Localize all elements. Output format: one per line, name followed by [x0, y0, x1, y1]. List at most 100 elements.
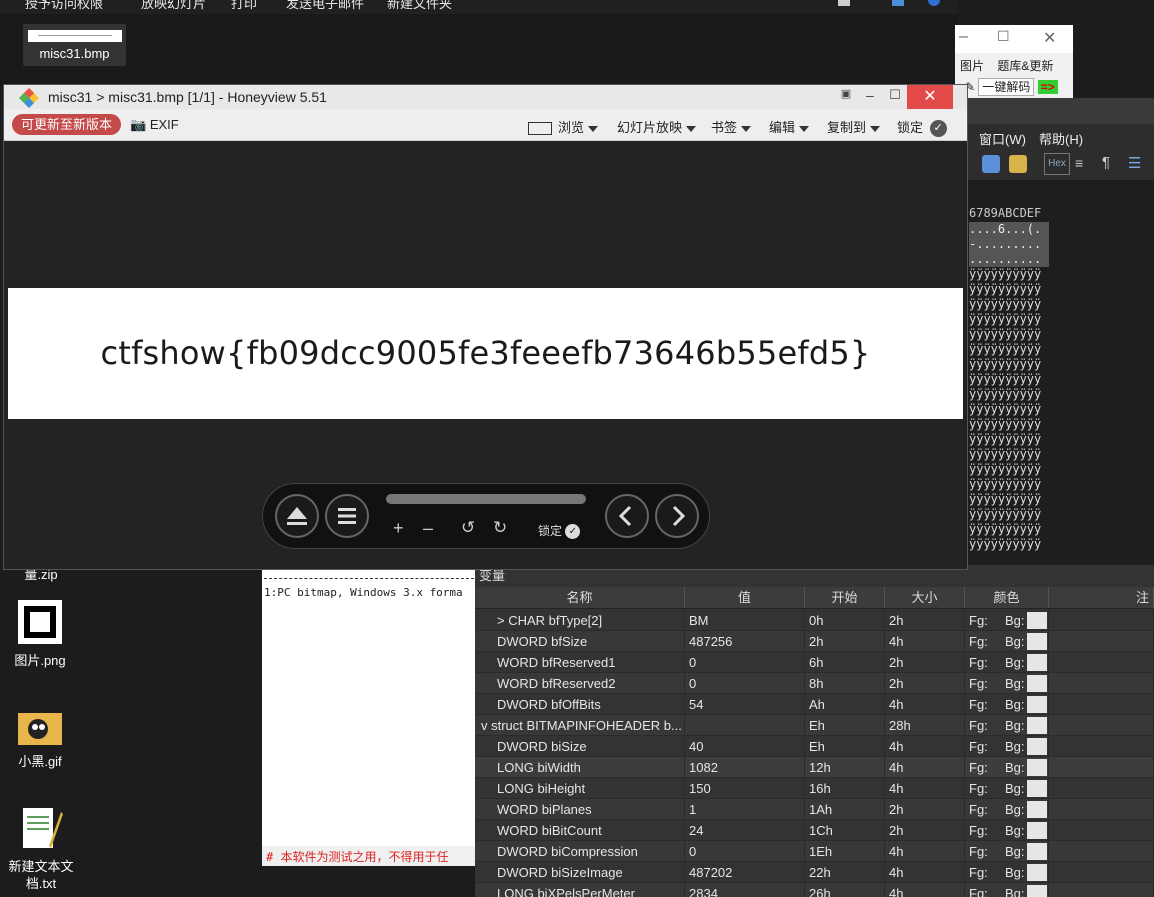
color-swatch[interactable]	[1027, 843, 1047, 860]
close-button[interactable]: ✕	[907, 85, 953, 109]
hex-row[interactable]: ÿÿÿÿÿÿÿÿÿÿ	[969, 447, 1049, 462]
lock-button[interactable]: 锁定 ✓	[897, 117, 947, 138]
template-row[interactable]: LONG biWidth 1082 12h 4h Fg: Bg:	[475, 757, 1154, 778]
previous-button[interactable]	[605, 494, 649, 538]
hex-row[interactable]: ..........	[969, 252, 1049, 267]
hex-row[interactable]: ÿÿÿÿÿÿÿÿÿÿ	[969, 462, 1049, 477]
fullscreen-icon[interactable]: ▣	[834, 87, 858, 100]
zoom-in-icon[interactable]: +	[393, 518, 404, 539]
wrap-icon[interactable]: ≡	[1075, 155, 1083, 171]
hex-row[interactable]: ÿÿÿÿÿÿÿÿÿÿ	[969, 387, 1049, 402]
command-new-folder[interactable]: 新建文件夹	[387, 0, 452, 12]
hex-row[interactable]: ÿÿÿÿÿÿÿÿÿÿ	[969, 492, 1049, 507]
minimize-icon[interactable]: –	[959, 28, 968, 46]
color-swatch[interactable]	[1027, 717, 1047, 734]
template-row[interactable]: > CHAR bfType[2] BM 0h 2h Fg: Bg:	[475, 610, 1154, 631]
command-print[interactable]: 打印	[231, 0, 257, 12]
template-row[interactable]: WORD bfReserved2 0 8h 2h Fg: Bg:	[475, 673, 1154, 694]
template-row[interactable]: LONG biHeight 150 16h 4h Fg: Bg:	[475, 778, 1154, 799]
hex-row[interactable]: ÿÿÿÿÿÿÿÿÿÿ	[969, 477, 1049, 492]
desktop-icon-png[interactable]: 图片.png	[0, 600, 80, 669]
color-swatch[interactable]	[1027, 738, 1047, 755]
menu-help[interactable]: 帮助(H)	[1039, 129, 1083, 148]
hex-row[interactable]: ÿÿÿÿÿÿÿÿÿÿ	[969, 537, 1049, 552]
maximize-icon[interactable]: ☐	[883, 87, 907, 103]
color-swatch[interactable]	[1027, 612, 1047, 629]
hex-row[interactable]: ÿÿÿÿÿÿÿÿÿÿ	[969, 522, 1049, 537]
honeyview-titlebar[interactable]: misc31 > misc31.bmp [1/1] - Honeyview 5.…	[4, 85, 967, 109]
run-icon[interactable]: =>	[1037, 80, 1058, 94]
hex-row[interactable]: ÿÿÿÿÿÿÿÿÿÿ	[969, 297, 1049, 312]
template-row[interactable]: WORD biPlanes 1 1Ah 2h Fg: Bg:	[475, 799, 1154, 820]
rotate-left-icon[interactable]: ↺	[461, 518, 475, 538]
zoom-out-icon[interactable]: –	[423, 518, 433, 539]
hex-row[interactable]: ÿÿÿÿÿÿÿÿÿÿ	[969, 312, 1049, 327]
color-swatch[interactable]	[1027, 633, 1047, 650]
col-name-header[interactable]: 名称	[475, 587, 685, 608]
script-icon[interactable]	[982, 155, 1000, 173]
col-start-header[interactable]: 开始	[805, 587, 885, 608]
help-icon[interactable]	[928, 0, 940, 6]
col-value-header[interactable]: 值	[685, 587, 805, 608]
pilcrow-icon[interactable]: ¶	[1102, 154, 1110, 171]
color-swatch[interactable]	[1027, 654, 1047, 671]
template-row[interactable]: DWORD biSize 40 Eh 4h Fg: Bg:	[475, 736, 1154, 757]
template-row[interactable]: WORD biBitCount 24 1Ch 2h Fg: Bg:	[475, 820, 1154, 841]
bookmark-menu[interactable]: 书签	[711, 117, 752, 136]
template-row[interactable]: DWORD bfOffBits 54 Ah 4h Fg: Bg:	[475, 694, 1154, 715]
hex-row[interactable]: ....6...(.	[969, 222, 1049, 237]
desktop-icon-txt[interactable]: 新建文本文档.txt	[1, 806, 81, 892]
hex-row[interactable]: ÿÿÿÿÿÿÿÿÿÿ	[969, 282, 1049, 297]
template-row[interactable]: WORD bfReserved1 0 6h 2h Fg: Bg:	[475, 652, 1154, 673]
command-slideshow[interactable]: 放映幻灯片	[141, 0, 206, 12]
color-swatch[interactable]	[1027, 759, 1047, 776]
color-swatch[interactable]	[1027, 780, 1047, 797]
pane-icon[interactable]	[892, 0, 904, 6]
progress-slider[interactable]	[386, 494, 586, 504]
hex-row[interactable]: ÿÿÿÿÿÿÿÿÿÿ	[969, 507, 1049, 522]
color-swatch[interactable]	[1027, 885, 1047, 897]
minimize-icon[interactable]: –	[858, 87, 882, 103]
hex-row[interactable]: ÿÿÿÿÿÿÿÿÿÿ	[969, 327, 1049, 342]
columns-icon[interactable]: ☰	[1128, 154, 1141, 172]
template-icon[interactable]	[1009, 155, 1027, 173]
slideshow-menu[interactable]: 幻灯片放映	[617, 117, 697, 136]
hex-ascii-column[interactable]: ....6...(. -................... ÿÿÿÿÿÿÿÿÿÿ…	[969, 222, 1049, 552]
hex-mode-icon[interactable]: Hex	[1044, 153, 1070, 175]
color-swatch[interactable]	[1027, 864, 1047, 881]
template-row[interactable]: DWORD biSizeImage 487202 22h 4h Fg: Bg:	[475, 862, 1154, 883]
col-size-header[interactable]: 大小	[885, 587, 965, 608]
desktop-icon-gif[interactable]: 小黑.gif	[0, 713, 80, 770]
copy-to-menu[interactable]: 复制到	[827, 117, 881, 136]
eject-button[interactable]	[275, 494, 319, 538]
command-email[interactable]: 发送电子邮件	[286, 0, 364, 12]
template-row[interactable]: v struct BITMAPINFOHEADER b... Eh 28h Fg: Bg…	[475, 715, 1154, 736]
close-icon[interactable]: ✕	[1043, 28, 1056, 48]
rotate-right-icon[interactable]: ↻	[493, 518, 507, 538]
hex-row[interactable]: ÿÿÿÿÿÿÿÿÿÿ	[969, 402, 1049, 417]
exif-button[interactable]: 📷 EXIF	[130, 117, 179, 133]
view-icon[interactable]	[838, 0, 850, 6]
edit-menu[interactable]: 编辑	[769, 117, 810, 136]
hex-row[interactable]: ÿÿÿÿÿÿÿÿÿÿ	[969, 417, 1049, 432]
command-grant-access[interactable]: 授予访问权限	[25, 0, 103, 12]
template-row[interactable]: DWORD bfSize 487256 2h 4h Fg: Bg:	[475, 631, 1154, 652]
maximize-icon[interactable]: ☐	[997, 28, 1010, 45]
color-swatch[interactable]	[1027, 696, 1047, 713]
notepad-window[interactable]: 1:PC bitmap, Windows 3.x forma # 本软件为测试之…	[262, 566, 476, 866]
menu-window[interactable]: 窗口(W)	[979, 129, 1026, 148]
update-button[interactable]: 可更新至新版本	[12, 114, 122, 135]
menu-library[interactable]: 题库&更新	[997, 59, 1053, 73]
color-swatch[interactable]	[1027, 801, 1047, 818]
hex-row[interactable]: ÿÿÿÿÿÿÿÿÿÿ	[969, 357, 1049, 372]
control-lock-toggle[interactable]: 锁定 ✓	[538, 522, 581, 540]
color-swatch[interactable]	[1027, 822, 1047, 839]
hex-row[interactable]: ÿÿÿÿÿÿÿÿÿÿ	[969, 432, 1049, 447]
hex-row[interactable]: ÿÿÿÿÿÿÿÿÿÿ	[969, 342, 1049, 357]
hex-row[interactable]: -.........	[969, 237, 1049, 252]
col-color-header[interactable]: 颜色	[965, 587, 1049, 608]
template-row[interactable]: DWORD biCompression 0 1Eh 4h Fg: Bg:	[475, 841, 1154, 862]
col-note-header[interactable]: 注	[1049, 587, 1154, 608]
color-swatch[interactable]	[1027, 675, 1047, 692]
next-button[interactable]	[655, 494, 699, 538]
